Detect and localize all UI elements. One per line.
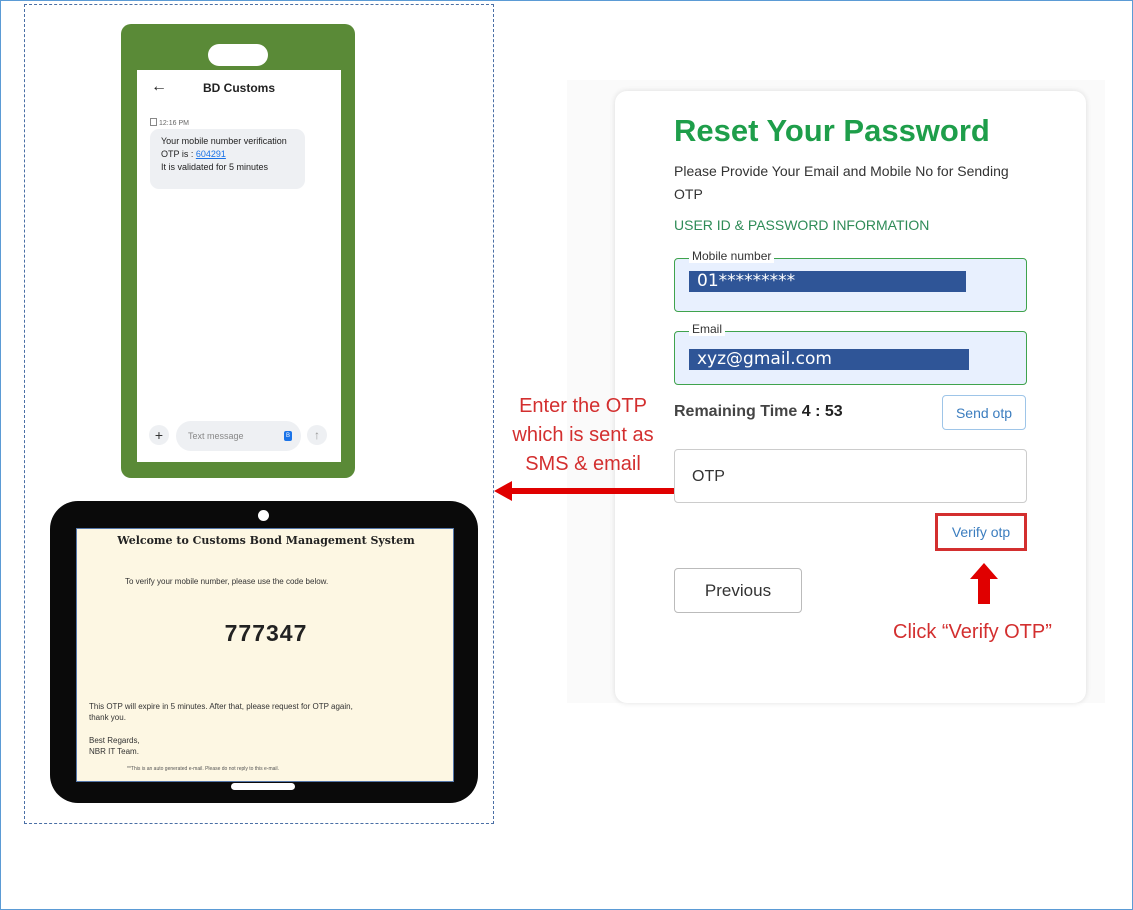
tablet-camera [258,510,269,521]
sms-message-bubble: Your mobile number verification OTP is :… [150,129,305,189]
sms-contact-name: BD Customs [202,81,275,95]
click-verify-annotation: Click “Verify OTP” [893,621,1052,643]
sms-screen: ← BD Customs 12:16 PM Your mobile number… [137,70,341,462]
email-screen: Welcome to Customs Bond Management Syste… [76,528,454,782]
sms-text-input[interactable]: Text message B [176,421,301,451]
sms-line-2: OTP is : 604291 [161,148,305,161]
form-subtitle: Please Provide Your Email and Mobile No … [674,163,1009,202]
sim-icon [150,118,157,126]
email-expire-note: This OTP will expire in 5 minutes. After… [89,702,353,722]
sms-timestamp: 12:16 PM [150,118,189,127]
email-title: Welcome to Customs Bond Management Syste… [117,534,415,547]
phone-speaker [208,44,268,66]
email-field[interactable]: Email xyz@gmail.com [674,322,1027,385]
phone-mockup: ← BD Customs 12:16 PM Your mobile number… [121,24,355,478]
email-signature: Best Regards, NBR IT Team. [89,735,140,757]
send-otp-button[interactable]: Send otp [942,395,1026,430]
sms-send-icon[interactable]: ↑ [307,425,327,445]
enter-otp-annotation: Enter the OTP which is sent as SMS & ema… [512,395,654,475]
sms-line-3: It is validated for 5 minutes [161,162,269,172]
email-team: NBR IT Team. [89,747,139,756]
email-label: Email [689,322,726,336]
email-auto-note: **This is an auto generated e-mail. Plea… [127,766,280,772]
up-arrow-icon [970,563,998,604]
remaining-time-value: 4 : 53 [801,403,843,420]
email-otp-code: 777347 [224,620,308,646]
page-title: Reset Your Password [674,113,990,148]
mobile-number-value: 01********* [689,271,966,292]
otp-placeholder: OTP [692,468,725,485]
sms-otp-prefix: OTP is : [161,149,196,159]
sms-time-text: 12:16 PM [159,120,189,127]
email-value: xyz@gmail.com [689,349,969,370]
sms-input-placeholder: Text message [188,431,244,441]
previous-button[interactable]: Previous [674,568,802,613]
email-instruction: To verify your mobile number, please use… [125,577,329,586]
tablet-mockup: Welcome to Customs Bond Management Syste… [50,501,478,803]
remaining-time-label: Remaining Time [674,403,802,420]
section-heading: USER ID & PASSWORD INFORMATION [674,217,930,233]
sim-badge-icon: B [284,431,292,441]
otp-input[interactable]: OTP [674,449,1027,503]
sms-otp-link[interactable]: 604291 [196,149,226,159]
mobile-number-label: Mobile number [689,249,775,263]
reset-password-card: Reset Your Password Please Provide Your … [615,91,1086,703]
mobile-number-field[interactable]: Mobile number 01********* [674,249,1027,312]
add-attachment-button[interactable]: + [149,425,169,445]
sms-line-1: Your mobile number verification [161,136,287,146]
verify-otp-button[interactable]: Verify otp [935,513,1027,551]
remaining-time: Remaining Time 4 : 53 [674,403,843,421]
email-regards: Best Regards, [89,736,140,745]
left-arrow-icon [494,481,674,501]
tablet-home-button [231,783,295,790]
